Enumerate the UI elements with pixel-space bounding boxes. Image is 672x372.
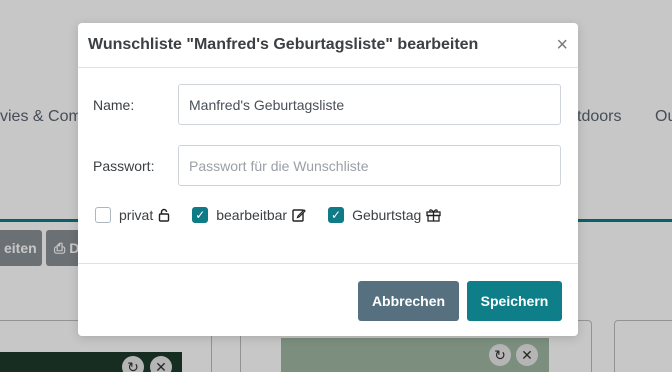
password-row: Passwort:	[93, 145, 561, 186]
name-label: Name:	[93, 96, 135, 113]
checkbox-editable[interactable]: ✓ bearbeitbar	[192, 207, 306, 223]
lock-icon	[158, 208, 170, 222]
password-label: Passwort:	[93, 157, 155, 174]
close-icon[interactable]: ×	[556, 35, 568, 55]
save-button[interactable]: Speichern	[467, 281, 562, 321]
edit-icon	[292, 208, 306, 222]
cancel-button[interactable]: Abbrechen	[358, 281, 459, 321]
checkbox-private-box[interactable]	[95, 207, 111, 223]
modal-header: Wunschliste "Manfred's Geburtagsliste" b…	[78, 23, 578, 68]
password-input[interactable]	[178, 145, 561, 186]
gift-icon	[426, 208, 441, 222]
checkbox-birthday-box[interactable]: ✓	[328, 207, 345, 223]
name-input[interactable]	[178, 84, 561, 125]
checkbox-editable-label: bearbeitbar	[216, 207, 288, 223]
modal-title: Wunschliste "Manfred's Geburtagsliste" b…	[88, 36, 479, 53]
options-checkboxes: privat ✓ bearbeitbar ✓ Geburtstag	[95, 207, 463, 223]
modal-footer: Abbrechen Speichern	[78, 263, 578, 336]
checkbox-editable-box[interactable]: ✓	[192, 207, 209, 223]
checkbox-birthday-label: Geburtstag	[352, 207, 422, 223]
checkbox-birthday[interactable]: ✓ Geburtstag	[328, 207, 441, 223]
edit-wishlist-modal: Wunschliste "Manfred's Geburtagsliste" b…	[78, 23, 578, 336]
checkbox-private[interactable]: privat	[95, 207, 170, 223]
checkbox-private-label: privat	[119, 207, 154, 223]
name-row: Name:	[93, 84, 561, 125]
